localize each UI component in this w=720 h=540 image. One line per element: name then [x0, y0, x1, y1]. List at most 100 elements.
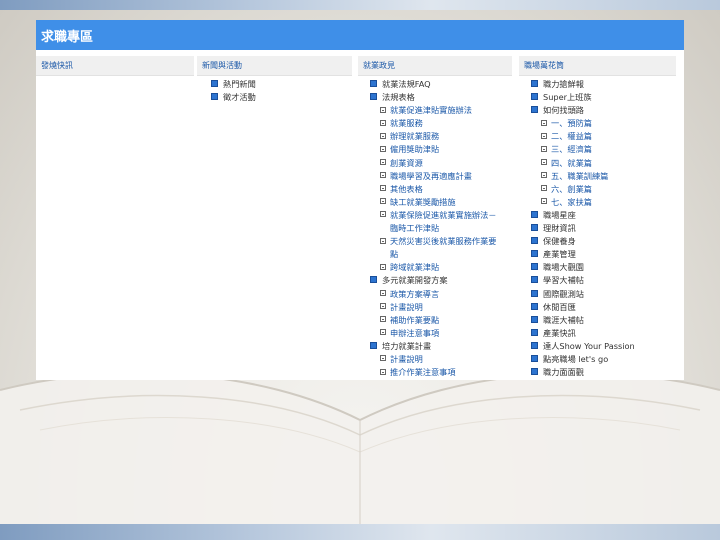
submenu-item[interactable]: 補助作業要點: [370, 314, 512, 327]
square-bullet-icon: [531, 250, 538, 258]
menu-item[interactable]: 職力搶鮮報: [531, 78, 676, 91]
square-bullet-icon: [370, 341, 377, 349]
submenu-item[interactable]: 其他表格: [370, 183, 512, 196]
menu-item-label: 職場星座: [543, 209, 576, 220]
submenu-item-continuation[interactable]: 點: [370, 248, 512, 261]
submenu-item[interactable]: 僱用獎助津貼: [370, 143, 512, 156]
submenu-item[interactable]: 六、創業篇: [531, 183, 676, 196]
submenu-item[interactable]: 三、經濟篇: [531, 143, 676, 156]
job-seeking-panel: 求職專區 發燒快訊 新聞與活動 熱門新聞 徵才活動 就業政見 就業法規FAQ 法規表…: [36, 20, 684, 380]
tree-node-icon: [380, 145, 386, 152]
menu-item[interactable]: 徵才活動: [211, 91, 352, 104]
square-bullet-icon: [211, 93, 218, 101]
menu-item[interactable]: 保健養身: [531, 235, 676, 248]
menu-item-label: 天然災害災後就業服務作業要: [390, 236, 497, 247]
column-heading[interactable]: 新聞與活動: [197, 56, 352, 76]
panel-title: 求職專區: [36, 20, 684, 50]
menu-item[interactable]: 就業法規FAQ: [370, 78, 512, 91]
square-bullet-icon: [531, 354, 538, 362]
menu-item[interactable]: 職涯大補帖: [531, 314, 676, 327]
menu-item-label: 辦理就業服務: [390, 131, 440, 142]
column-heading[interactable]: 就業政見: [358, 56, 512, 76]
menu-item-label: 學習大補帖: [543, 275, 584, 286]
submenu-item[interactable]: 辦理就業服務: [370, 130, 512, 143]
menu-item[interactable]: 法規表格: [370, 91, 512, 104]
tree-node-icon: [380, 159, 386, 166]
submenu-item[interactable]: 職場學習及再適應計畫: [370, 170, 512, 183]
menu-item[interactable]: 熱門新聞: [211, 78, 352, 91]
menu-item-label: 補助作業要點: [390, 314, 440, 325]
submenu-item[interactable]: 推介作業注意事項: [370, 366, 512, 379]
submenu-item[interactable]: 二、權益篇: [531, 130, 676, 143]
menu-item-label: 僱用獎助津貼: [390, 144, 440, 155]
menu-item-label: 推介作業注意事項: [390, 367, 456, 378]
menu-item[interactable]: 職場星座: [531, 209, 676, 222]
tree-node-icon: [380, 237, 386, 244]
submenu-item[interactable]: 計畫說明: [370, 301, 512, 314]
menu-item-label: 法規表格: [382, 92, 415, 103]
menu-item[interactable]: 產業管理: [531, 248, 676, 261]
menu-item[interactable]: 學習大補帖: [531, 274, 676, 287]
column-list: 就業法規FAQ 法規表格 就業促進津貼實施辦法 就業服務 辦理就業服務 僱用獎助津貼 創業資…: [358, 76, 512, 379]
menu-item-label: 二、權益篇: [551, 131, 592, 142]
menu-item-label: 計畫說明: [390, 353, 423, 364]
square-bullet-icon: [531, 276, 538, 284]
menu-item-label: 臨時工作津貼: [390, 223, 440, 234]
submenu-item[interactable]: 就業促進津貼實施辦法: [370, 104, 512, 117]
tree-node-icon: [380, 355, 386, 362]
menu-item[interactable]: 如何找頭路: [531, 104, 676, 117]
tree-node-icon: [380, 211, 386, 218]
menu-item-label: 政策方案導言: [390, 288, 440, 299]
submenu-item[interactable]: 就業服務: [370, 117, 512, 130]
submenu-item-continuation[interactable]: 臨時工作津貼: [370, 222, 512, 235]
menu-item[interactable]: 點亮職場 let's go: [531, 353, 676, 366]
submenu-item[interactable]: 跨域就業津貼: [370, 261, 512, 274]
submenu-item[interactable]: 一、預防篇: [531, 117, 676, 130]
column-heading[interactable]: 發燒快訊: [36, 56, 194, 76]
submenu-item[interactable]: 四、就業篇: [531, 157, 676, 170]
submenu-item[interactable]: 五、職業訓練篇: [531, 170, 676, 183]
menu-item-label: 如何找頭路: [543, 105, 584, 116]
submenu-item[interactable]: 計畫說明: [370, 353, 512, 366]
square-bullet-icon: [531, 368, 538, 376]
submenu-item[interactable]: 天然災害災後就業服務作業要: [370, 235, 512, 248]
menu-item[interactable]: 職力面面觀: [531, 366, 676, 379]
tree-node-icon: [380, 316, 386, 323]
menu-item-label: 理財資訊: [543, 223, 576, 234]
menu-item[interactable]: 休閒百匯: [531, 301, 676, 314]
menu-item-label: 就業法規FAQ: [382, 79, 431, 89]
menu-item[interactable]: 多元就業開發方案: [370, 274, 512, 287]
tree-node-icon: [380, 119, 386, 126]
menu-item-label: 六、創業篇: [551, 183, 592, 194]
submenu-item[interactable]: 創業資源: [370, 157, 512, 170]
menu-item[interactable]: 國際觀測站: [531, 288, 676, 301]
column-heading[interactable]: 職場萬花筒: [519, 56, 676, 76]
submenu-item[interactable]: 七、家扶篇: [531, 196, 676, 209]
square-bullet-icon: [211, 80, 218, 87]
menu-item-label: 多元就業開發方案: [382, 275, 448, 286]
submenu-item[interactable]: 缺工就業獎勵措施: [370, 196, 512, 209]
tree-node-icon: [380, 303, 386, 310]
square-bullet-icon: [531, 341, 538, 349]
tree-node-icon: [380, 106, 386, 113]
square-bullet-icon: [531, 302, 538, 310]
menu-item[interactable]: 職場大觀園: [531, 261, 676, 274]
submenu-item[interactable]: 就業保險促進就業實施辦法－: [370, 209, 512, 222]
menu-item[interactable]: 理財資訊: [531, 222, 676, 235]
square-bullet-icon: [531, 106, 538, 114]
menu-item[interactable]: 培力就業計畫: [370, 340, 512, 353]
tree-node-icon: [541, 185, 547, 192]
menu-item[interactable]: 達人Show Your Passion: [531, 340, 676, 353]
tree-node-icon: [541, 172, 547, 179]
menu-item-label: 產業管理: [543, 249, 576, 260]
column-list: 熱門新聞 徵才活動: [197, 76, 352, 104]
menu-item-label: 跨域就業津貼: [390, 262, 440, 273]
menu-item[interactable]: 產業快訊: [531, 327, 676, 340]
menu-item-label: 五、職業訓練篇: [551, 170, 609, 181]
menu-item[interactable]: Super上班族: [531, 91, 676, 104]
column-workplace-kaleidoscope: 職場萬花筒 職力搶鮮報 Super上班族 如何找頭路 一、預防篇 二、權益篇 三、經濟篇四…: [519, 56, 676, 379]
menu-item-label: 創業資源: [390, 157, 423, 168]
submenu-item[interactable]: 申辦注意事項: [370, 327, 512, 340]
submenu-item[interactable]: 政策方案導言: [370, 288, 512, 301]
menu-item-label: 就業保險促進就業實施辦法－: [390, 209, 497, 220]
